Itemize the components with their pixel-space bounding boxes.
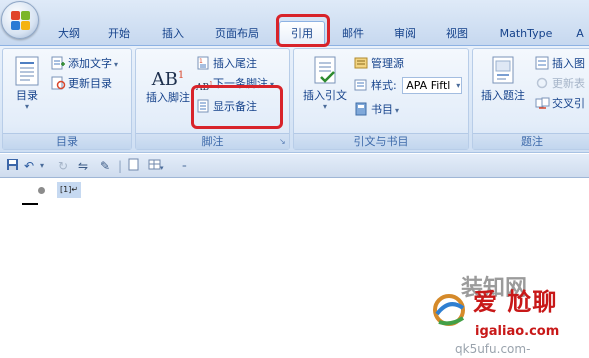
- update-toc-icon: [51, 76, 66, 90]
- cross-reference-icon: [535, 96, 550, 110]
- watermark-url-secondary: qk5ufu.com-: [455, 342, 531, 356]
- tab-insert[interactable]: 插入: [156, 25, 190, 43]
- insert-endnote-button[interactable]: 1 插入尾注: [196, 55, 257, 72]
- tab-page-layout[interactable]: 页面布局: [208, 25, 266, 43]
- insert-citation-label: 插入引文: [303, 89, 347, 102]
- captions-group-label: 题注: [473, 133, 589, 149]
- insert-footnote-label: 插入脚注: [146, 91, 190, 104]
- watermark-title: 爱 尬聊: [473, 288, 558, 316]
- dialog-launcher-icon[interactable]: ↘: [279, 138, 287, 146]
- footnotes-group-label: 脚注: [136, 133, 289, 149]
- footnote-ab-text: AB: [151, 69, 178, 90]
- text-cursor: [22, 203, 38, 205]
- toc-button[interactable]: 目录 ▾: [7, 55, 47, 111]
- table-of-contents-icon: [15, 56, 39, 86]
- tab-view[interactable]: 视图: [440, 25, 474, 43]
- customize-toolbar-icon[interactable]: ₌: [182, 158, 187, 174]
- highlight-show-notes: [191, 85, 283, 129]
- chevron-down-icon: ▾: [395, 106, 400, 115]
- insert-caption-label: 插入题注: [481, 89, 525, 102]
- insert-caption-icon: [492, 56, 514, 84]
- update-table-label: 更新表: [552, 77, 585, 90]
- insert-citation-button[interactable]: 插入引文 ▾: [298, 55, 352, 111]
- chevron-down-icon: ▾: [322, 102, 327, 111]
- manage-sources-button[interactable]: 管理源: [354, 55, 404, 72]
- watermark: 装知网 爱 尬聊 igaliao.com qk5ufu.com-: [425, 268, 589, 358]
- add-text-icon: [51, 56, 66, 70]
- insert-caption-button[interactable]: 插入题注: [477, 55, 529, 103]
- manage-sources-label: 管理源: [371, 57, 404, 70]
- captions-group: 插入题注 插入图 更新表 交叉引 题注: [472, 48, 589, 150]
- bibliography-button[interactable]: 书目 ▾: [354, 101, 399, 118]
- watermark-logo-icon: [433, 294, 465, 326]
- chevron-down-icon: ▾: [455, 77, 461, 93]
- tab-outline[interactable]: 大纲: [52, 25, 86, 43]
- separator: |: [118, 159, 123, 173]
- cross-reference-label: 交叉引: [552, 97, 585, 110]
- citations-group: 插入引文 ▾ 管理源 样式: APA Fiftl ▾ 书目 ▾ 引文与书目: [293, 48, 469, 150]
- highlight-references-tab: [276, 14, 330, 47]
- insert-citation-icon: [314, 56, 336, 84]
- style-label: 样式:: [371, 79, 397, 92]
- insert-table-of-figures-label: 插入图: [552, 57, 585, 70]
- insert-endnote-label: 插入尾注: [213, 57, 257, 70]
- chevron-down-icon: ▾: [114, 60, 119, 69]
- redo-icon[interactable]: ↻: [58, 158, 68, 174]
- citation-style-select[interactable]: APA Fiftl ▾: [402, 76, 463, 94]
- footnote-superscript: 1: [177, 70, 185, 81]
- tab-mathtype[interactable]: MathType: [494, 25, 558, 43]
- table-of-figures-icon: [535, 56, 550, 70]
- tab-acrobat[interactable]: A: [572, 25, 588, 43]
- svg-text:▾: ▾: [160, 164, 164, 171]
- format-painter-icon[interactable]: ⇋: [78, 158, 88, 174]
- toc-button-label: 目录: [16, 89, 38, 102]
- chevron-down-icon[interactable]: ▾: [40, 158, 44, 174]
- citation-style-control: 样式: APA Fiftl ▾: [354, 76, 463, 94]
- insert-footnote-button[interactable]: AB1 插入脚注: [140, 63, 196, 105]
- add-text-button[interactable]: 添加文字 ▾: [51, 55, 118, 72]
- insert-endnote-icon: 1: [196, 56, 211, 70]
- update-toc-label: 更新目录: [68, 77, 112, 90]
- undo-icon[interactable]: ↶: [24, 158, 34, 174]
- svg-text:1: 1: [199, 58, 203, 65]
- cross-reference-button[interactable]: 交叉引: [535, 95, 585, 112]
- toc-group-label: 目录: [3, 133, 131, 149]
- update-table-icon: [535, 76, 550, 90]
- new-document-icon[interactable]: [128, 158, 139, 174]
- footnote-ab-icon: AB1: [140, 63, 196, 90]
- tab-review[interactable]: 审阅: [388, 25, 422, 43]
- add-text-label: 添加文字: [68, 57, 112, 70]
- save-icon[interactable]: [6, 158, 19, 174]
- tab-home[interactable]: 开始: [102, 25, 136, 43]
- update-table-button[interactable]: 更新表: [535, 75, 585, 92]
- bibliography-label: 书目: [371, 103, 393, 116]
- bullet-icon: [38, 187, 45, 194]
- chevron-down-icon: ▾: [24, 102, 29, 111]
- style-icon: [354, 78, 369, 92]
- tab-mailings[interactable]: 邮件: [336, 25, 370, 43]
- office-logo-icon: [11, 11, 31, 31]
- watermark-url: igaliao.com: [475, 324, 560, 339]
- toc-group: 目录 ▾ 添加文字 ▾ 更新目录 目录: [2, 48, 132, 150]
- ribbon: 目录 ▾ 添加文字 ▾ 更新目录 目录 AB1 插入脚注 1 插入尾注 AB1下…: [0, 45, 589, 153]
- quick-access-toolbar: ↶ ▾ ↻ ⇋ ✎ | ▾ ₌: [0, 154, 589, 178]
- bibliography-icon: [354, 102, 369, 116]
- insert-table-of-figures-button[interactable]: 插入图: [535, 55, 585, 72]
- manage-sources-icon: [354, 56, 369, 70]
- table-icon[interactable]: ▾: [148, 158, 164, 174]
- footnote-reference-mark[interactable]: [1]↵: [57, 182, 82, 198]
- update-toc-button[interactable]: 更新目录: [51, 75, 112, 92]
- citation-style-value: APA Fiftl: [406, 78, 451, 92]
- edit-icon[interactable]: ✎: [100, 158, 110, 174]
- citations-group-label: 引文与书目: [294, 133, 468, 149]
- office-button[interactable]: [1, 1, 39, 39]
